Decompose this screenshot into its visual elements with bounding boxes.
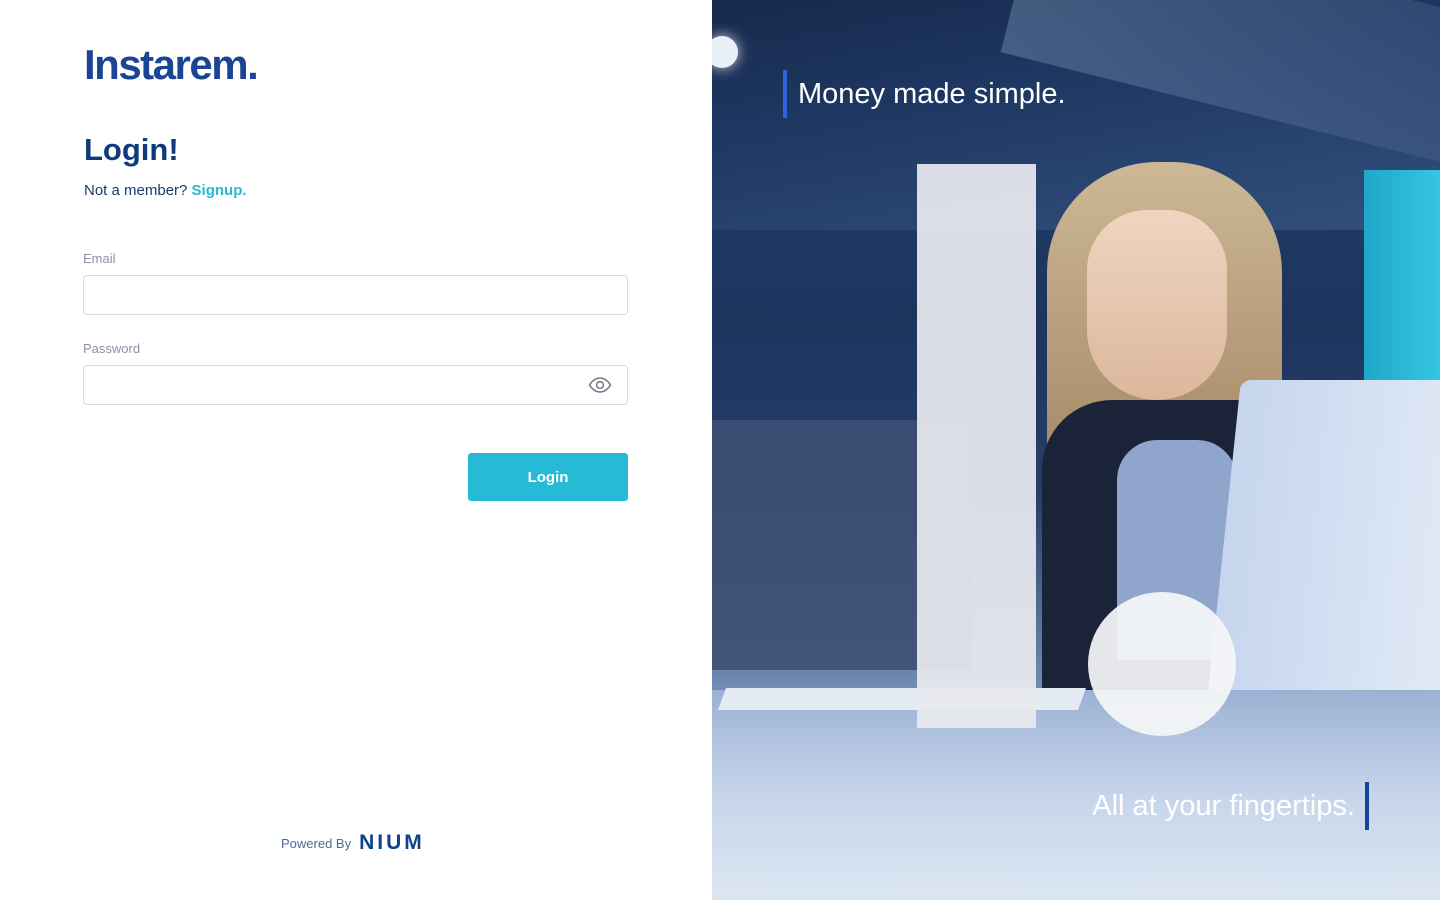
signup-prompt: Not a member? Signup. <box>84 181 247 201</box>
powered-by-text: Powered By <box>281 835 352 851</box>
instarem-logo: Instarem. <box>84 41 259 88</box>
brand-circle-shape <box>1088 592 1236 736</box>
email-field[interactable] <box>83 275 628 315</box>
hero-headline: Money made simple. <box>783 70 1066 118</box>
nium-logo: NIUM <box>359 831 425 854</box>
login-button[interactable]: Login <box>468 453 628 501</box>
login-panel: Instarem. Login! Not a member? Signup. E… <box>0 0 712 900</box>
hero-laptop <box>1203 380 1440 740</box>
email-label: Email <box>83 251 116 266</box>
brand-bar-shape <box>917 164 1036 728</box>
page-title: Login! <box>84 132 179 167</box>
password-label: Password <box>83 341 141 356</box>
signup-link[interactable]: Signup. <box>192 182 247 199</box>
member-prompt-text: Not a member? <box>84 182 192 199</box>
password-field[interactable] <box>83 365 628 405</box>
hero-tagline: All at your fingertips. <box>1092 782 1369 830</box>
powered-by: Powered By NIUM <box>281 831 425 855</box>
hero-person-face <box>1087 210 1227 400</box>
eye-icon[interactable] <box>588 377 612 393</box>
hero-image-panel: Money made simple. All at your fingertip… <box>712 0 1440 900</box>
